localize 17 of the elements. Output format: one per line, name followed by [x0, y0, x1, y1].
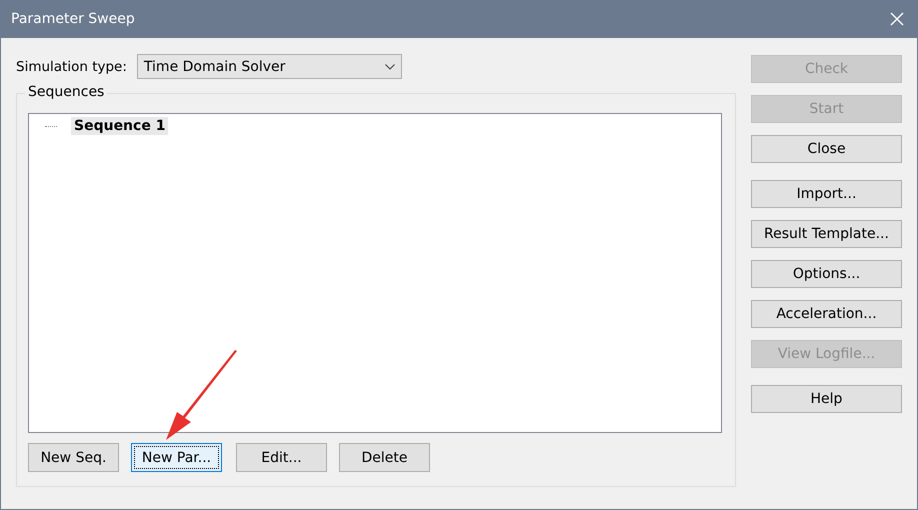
group-label: Sequences [25, 84, 108, 100]
window-title: Parameter Sweep [11, 11, 135, 27]
side-button[interactable]: Acceleration... [751, 300, 902, 328]
tree-item[interactable]: Sequence 1 [71, 117, 168, 135]
list-button[interactable]: New Seq. [28, 443, 119, 472]
side-button[interactable]: Options... [751, 260, 902, 288]
list-button[interactable]: Edit... [236, 443, 327, 472]
list-button[interactable]: New Par... [131, 443, 222, 472]
side-button[interactable]: Result Template... [751, 220, 902, 248]
side-button[interactable]: Import... [751, 180, 902, 208]
close-icon[interactable] [890, 12, 904, 26]
list-button[interactable]: Delete [339, 443, 430, 472]
chevron-down-icon [384, 64, 395, 70]
field-label: Simulation type: [16, 58, 127, 74]
side-button[interactable]: Help [751, 385, 902, 413]
side-button[interactable]: Close [751, 135, 902, 163]
simulation-type-dropdown[interactable]: Time Domain Solver [136, 54, 402, 79]
